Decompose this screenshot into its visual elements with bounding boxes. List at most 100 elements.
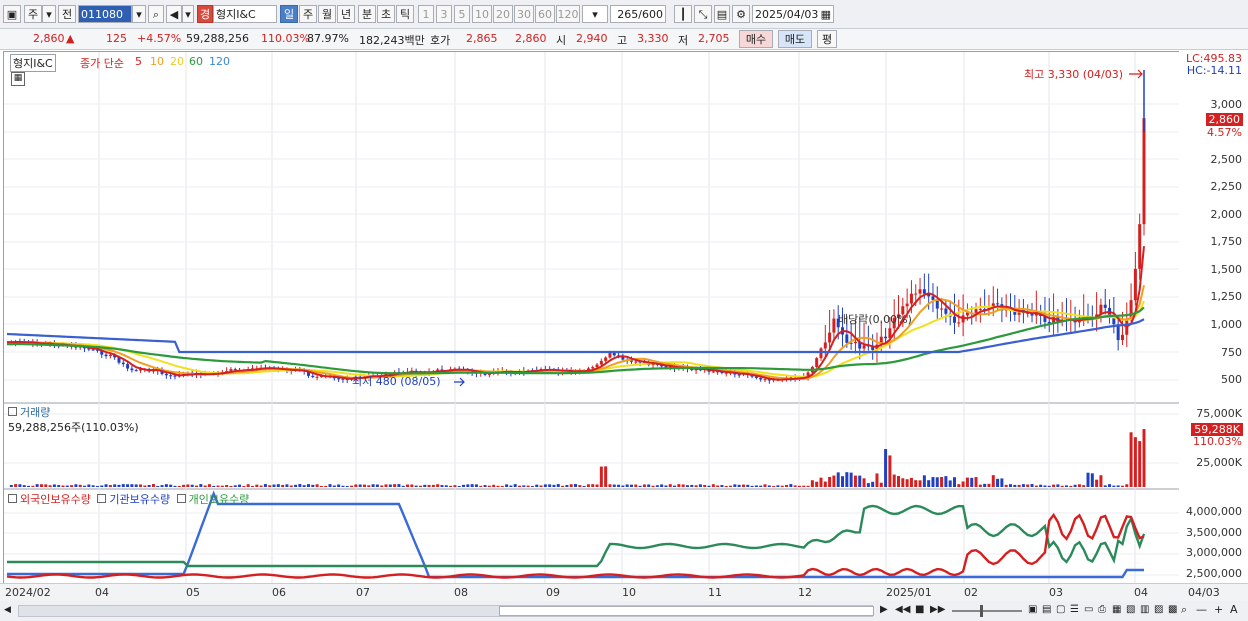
- candle-icon[interactable]: ┃: [674, 5, 692, 23]
- zoom-in-icon[interactable]: +: [1214, 603, 1223, 616]
- copy-icon[interactable]: ▢: [1056, 604, 1065, 615]
- scrollbar-thumb[interactable]: [499, 606, 874, 616]
- buy-button[interactable]: 매수: [739, 30, 773, 48]
- panel-icon[interactable]: ▤: [1042, 604, 1051, 615]
- volume-bar: [1086, 472, 1090, 487]
- interval-30[interactable]: 30: [514, 5, 534, 23]
- calendar-icon[interactable]: ▦: [821, 6, 831, 24]
- candle-body: [823, 342, 827, 349]
- zoom-out-icon[interactable]: —: [1196, 603, 1207, 616]
- interval-20[interactable]: 20: [493, 5, 513, 23]
- volume-bar: [543, 484, 547, 487]
- gear-icon[interactable]: ⚙: [732, 5, 750, 23]
- zoom-slider[interactable]: [952, 605, 1022, 617]
- stop-icon[interactable]: ■: [915, 604, 924, 615]
- font-size-icon[interactable]: A: [1230, 603, 1238, 616]
- chart-type-icon[interactable]: ⤡: [694, 5, 712, 23]
- play-icon[interactable]: ▶: [880, 604, 888, 615]
- volume-bar: [341, 485, 345, 487]
- volume-bar: [126, 484, 130, 487]
- candle-body: [832, 318, 836, 333]
- bar-icon[interactable]: ▨: [1154, 604, 1163, 615]
- horizontal-scrollbar[interactable]: [18, 605, 874, 617]
- interval-custom-dropdown[interactable]: ▾: [582, 5, 608, 23]
- code-dropdown-icon[interactable]: ▾: [132, 5, 146, 23]
- zoom-icon[interactable]: ⌕: [1181, 603, 1187, 617]
- prev-button[interactable]: 전: [58, 5, 76, 23]
- scroll-left-icon[interactable]: ◀: [4, 605, 16, 617]
- volume-bar: [298, 484, 302, 487]
- volume-bar: [673, 485, 677, 487]
- chart-area[interactable]: 형지I&C 종가 단순 5 10 20 60 120 ▦ 최고 3,330 (0…: [3, 51, 1180, 601]
- table-icon[interactable]: ▥: [1140, 604, 1149, 615]
- print-icon[interactable]: ⎙: [1098, 604, 1106, 615]
- holding-pane-icon-2[interactable]: [97, 494, 107, 503]
- volume-bar: [957, 484, 961, 487]
- volume-bar: [470, 484, 474, 487]
- volume-bar: [61, 485, 65, 487]
- y-axis: LC:495.83 HC:-14.11 3,000 2,860 4.57% 2,…: [1179, 51, 1248, 599]
- volume-bar: [1043, 485, 1047, 487]
- holding-y-tick: 3,000,000: [1186, 546, 1242, 559]
- volume-bar: [849, 472, 853, 487]
- layout-icon[interactable]: ▣: [1028, 604, 1037, 615]
- change-percent: +4.57%: [137, 32, 182, 45]
- eval-button[interactable]: 평: [817, 30, 837, 48]
- volume-pane-icon[interactable]: [8, 407, 17, 416]
- rewind-icon[interactable]: ◀◀: [895, 604, 910, 615]
- interval-120[interactable]: 120: [556, 5, 580, 23]
- period-week[interactable]: 주: [299, 5, 317, 23]
- volume-bar: [987, 483, 991, 487]
- bid-price: 2,860: [515, 32, 547, 45]
- forward-icon[interactable]: ▶▶: [930, 604, 945, 615]
- holding-y-tick: 2,500,000: [1186, 567, 1242, 580]
- tool-icon[interactable]: ▩: [1168, 604, 1177, 615]
- zoom-slider-handle[interactable]: [980, 605, 983, 617]
- x-tick: 04: [95, 586, 109, 599]
- period-tick[interactable]: 틱: [396, 5, 414, 23]
- interval-10[interactable]: 10: [472, 5, 492, 23]
- interval-5[interactable]: 5: [454, 5, 470, 23]
- volume-bar: [1142, 429, 1146, 487]
- grid-icon[interactable]: ▦: [11, 72, 25, 86]
- market-toggle[interactable]: 주: [24, 5, 42, 23]
- volume-bar: [901, 478, 905, 487]
- x-tick: 05: [186, 586, 200, 599]
- period-minute[interactable]: 분: [358, 5, 376, 23]
- stock-name-tag[interactable]: 형지I&C: [10, 54, 56, 72]
- volume-bar: [31, 485, 35, 487]
- volume-bar: [1000, 478, 1004, 487]
- list-icon[interactable]: ☰: [1070, 604, 1079, 615]
- ma5-label: 5: [135, 55, 142, 68]
- date-input[interactable]: 2025/04/03 ▦: [752, 5, 834, 23]
- save-icon[interactable]: ▤: [714, 5, 730, 23]
- holding-pane-icon[interactable]: [8, 494, 17, 503]
- window-icon-2[interactable]: ▭: [1084, 604, 1093, 615]
- interval-3[interactable]: 3: [436, 5, 452, 23]
- stock-name-field[interactable]: 형지I&C: [213, 5, 277, 23]
- chart-canvas[interactable]: [4, 52, 1179, 600]
- interval-1[interactable]: 1: [418, 5, 434, 23]
- volume-bar: [767, 485, 771, 487]
- period-day[interactable]: 일: [280, 5, 298, 23]
- window-icon[interactable]: ▣: [3, 5, 21, 23]
- x-tick-current: 04/03: [1188, 586, 1220, 599]
- holding-pane-icon-3[interactable]: [176, 494, 186, 503]
- image-icon[interactable]: ▧: [1126, 604, 1135, 615]
- market-dropdown-icon[interactable]: ▾: [42, 5, 56, 23]
- volume-bar: [285, 484, 289, 487]
- count-input[interactable]: 265/600: [610, 5, 666, 23]
- volume-bar: [897, 476, 901, 487]
- period-month[interactable]: 월: [318, 5, 336, 23]
- speaker-dropdown-icon[interactable]: ▾: [182, 5, 194, 23]
- export-icon[interactable]: ▦: [1112, 604, 1121, 615]
- volume-bar: [1125, 484, 1129, 487]
- stock-code-input[interactable]: 011080: [78, 5, 132, 23]
- search-icon[interactable]: ⌕: [148, 5, 164, 23]
- interval-60[interactable]: 60: [535, 5, 555, 23]
- speaker-icon[interactable]: ◀: [166, 5, 182, 23]
- period-second[interactable]: 초: [377, 5, 395, 23]
- sell-button[interactable]: 매도: [778, 30, 812, 48]
- period-year[interactable]: 년: [337, 5, 355, 23]
- volume-bar: [14, 484, 18, 487]
